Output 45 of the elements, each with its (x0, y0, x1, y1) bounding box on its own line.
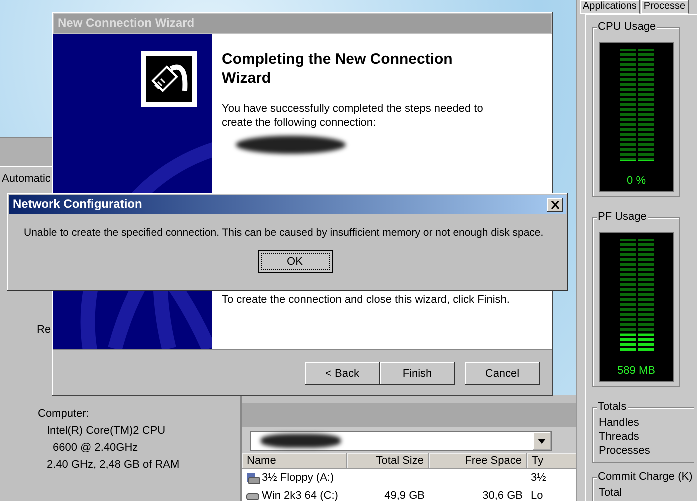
computer-info: 2.40 GHz, 2,48 GB of RAM (47, 459, 181, 471)
wizard-heading: Completing the New Connection Wizard (222, 50, 454, 88)
field-label: Automatic (2, 173, 52, 185)
dropdown-button[interactable] (533, 432, 551, 450)
close-icon (550, 200, 560, 208)
dialog-title: Network Configuration (13, 196, 142, 213)
table-cell-text: 3½ (530, 471, 548, 486)
column-header[interactable]: Total Size (347, 453, 429, 469)
group-title: Commit Charge (K) (597, 471, 694, 483)
table-cell[interactable]: 3½ Floppy (A:) (242, 469, 347, 487)
column-header[interactable]: Name (242, 453, 347, 469)
window-title: New Connection Wizard (54, 14, 551, 33)
table-cell-text: 30,6 GB (482, 489, 524, 501)
computer-label: Computer: (38, 408, 90, 420)
column-header[interactable]: Ty (527, 453, 578, 469)
stat-label: Threads (599, 430, 640, 444)
computer-info: Intel(R) Core(TM)2 CPU (47, 425, 167, 437)
close-button[interactable] (547, 198, 563, 212)
stat-label: Total (599, 486, 624, 500)
field-label: Re (37, 324, 52, 336)
meter-reading: 589 MB (618, 365, 656, 377)
computer-info: 6600 @ 2.40GHz (53, 442, 140, 454)
caret-icon (538, 438, 546, 444)
stat-label: Handles (599, 416, 640, 430)
wizard-button[interactable]: < Back (305, 362, 380, 385)
floppy-drive-icon (246, 472, 260, 484)
ok-button[interactable]: OK (258, 250, 332, 273)
tab[interactable]: Processe (640, 0, 689, 14)
table-cell[interactable]: Win 2k3 64 (C:) (242, 487, 347, 501)
network-cable-icon (141, 51, 197, 107)
group-title: PF Usage (597, 211, 648, 223)
error-message: Unable to create the specified connection. This can be caused by insufficient memory or not enough disk space. (23, 226, 545, 239)
meter-reading: 0 % (627, 175, 646, 187)
wizard-button[interactable]: Finish (380, 362, 455, 385)
group-title: CPU Usage (597, 21, 658, 33)
column-header[interactable]: Free Space (429, 453, 527, 469)
tab[interactable]: Applications (580, 0, 640, 14)
group-title: Totals (597, 401, 628, 413)
wizard-text: To create the connection and close this wizard, click Finish. (222, 293, 511, 307)
address-field[interactable] (250, 431, 552, 451)
wizard-text: You have successfully completed the steps needed to create the following connection: (222, 102, 484, 130)
wizard-button[interactable]: Cancel (465, 362, 540, 385)
stat-label: Processes (599, 444, 652, 458)
table-cell-text: 49,9 GB (384, 489, 426, 501)
table-cell-text: Lo (530, 489, 544, 501)
